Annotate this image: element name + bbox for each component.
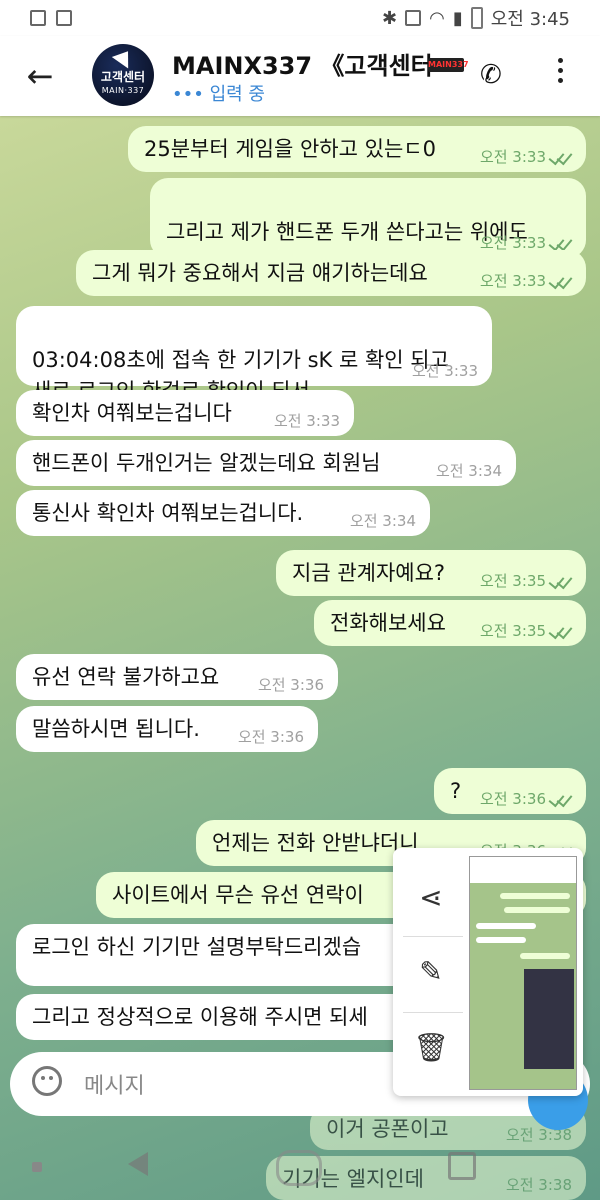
battery-icon	[470, 7, 483, 29]
message-text: 언제는 전화 안받냐더니	[212, 831, 419, 855]
message-time: 오전 3:33	[479, 148, 546, 166]
message-text: 확인차 여쭤보는겁니다	[32, 401, 232, 425]
chat-header: ← 고객센터 MAIN·337 MAINX337 《고객센터 MAIN337 •…	[0, 36, 600, 116]
status-time: 오전 3:45	[490, 9, 570, 30]
message-incoming[interactable]: 로그인 하신 기기만 설명부탁드리겠습 오	[16, 924, 436, 986]
screenshot-thumbnail[interactable]	[469, 856, 577, 1090]
message-text: 이거 공폰이고	[326, 1117, 449, 1141]
message-outgoing[interactable]: 지금 관계자예요? 오전 3:35	[276, 550, 586, 596]
double-check-icon	[550, 150, 572, 162]
avatar[interactable]: 고객센터 MAIN·337	[92, 44, 154, 106]
paper-plane-icon	[111, 45, 137, 69]
avatar-subtext: MAIN·337	[101, 86, 145, 95]
message-text: 말씀하시면 됩니다.	[32, 717, 200, 741]
message-text: 통신사 확인차 여쭤보는겁니다.	[32, 501, 304, 525]
message-outgoing[interactable]: 25분부터 게임을 안하고 있는ㄷ0 오전 3:33	[128, 126, 586, 172]
trash-icon[interactable]: 🗑	[411, 1028, 451, 1068]
phone-icon[interactable]: ✆	[480, 60, 502, 90]
double-check-icon	[550, 624, 572, 636]
message-text: 사이트에서 무슨 유선 연락이	[112, 883, 364, 907]
nav-home-icon[interactable]	[276, 1150, 322, 1186]
message-incoming[interactable]: 03:04:08초에 접속 한 기기가 sK 로 확인 되고 새로 로그인 한걸…	[16, 306, 492, 403]
message-incoming[interactable]: 그리고 정상적으로 이용해 주시면 되세	[16, 994, 436, 1040]
avatar-text: 고객센터	[100, 70, 146, 84]
message-time: 오전 3:35	[479, 572, 546, 590]
message-text: 25분부터 게임을 안하고 있는ㄷ0	[144, 137, 436, 161]
message-input[interactable]: 메시지	[84, 1068, 145, 1100]
message-time: 오전 3:33	[411, 362, 478, 380]
emoji-icon[interactable]	[32, 1066, 62, 1096]
wifi-icon: ◠	[429, 7, 445, 29]
double-check-icon	[550, 574, 572, 586]
message-time: 오전 3:36	[257, 676, 324, 694]
nav-dot-icon	[32, 1162, 42, 1172]
typing-status: ••• 입력 중	[172, 84, 265, 105]
message-time: 오전 3:36	[479, 790, 546, 808]
nav-back-icon[interactable]	[128, 1152, 148, 1176]
system-nav-bar	[0, 1140, 600, 1200]
message-time: 오전 3:33	[479, 272, 546, 290]
alert-icon	[30, 10, 46, 26]
message-text: 그게 뭐가 중요해서 지금 얘기하는데요	[92, 261, 428, 285]
back-arrow-icon[interactable]: ←	[20, 56, 60, 96]
message-incoming[interactable]: 확인차 여쭤보는겁니다 오전 3:33	[16, 390, 354, 436]
share-icon[interactable]: ⋖	[411, 878, 451, 918]
message-text: ?	[450, 779, 462, 803]
message-incoming[interactable]: 유선 연락 불가하고요 오전 3:36	[16, 654, 338, 700]
message-incoming[interactable]: 통신사 확인차 여쭤보는겁니다. 오전 3:34	[16, 490, 430, 536]
message-time: 오전 3:35	[479, 622, 546, 640]
message-outgoing[interactable]: 그리고 제가 핸드폰 두개 쓴다고는 위에도 얘기했고 오전 3:33	[150, 178, 586, 275]
screenshot-popup: ⋖ ✎ 🗑	[393, 848, 583, 1096]
message-outgoing[interactable]: 그게 뭐가 중요해서 지금 얘기하는데요 오전 3:33	[76, 250, 586, 296]
edit-icon[interactable]: ✎	[411, 952, 451, 992]
message-time: 오전 3:36	[237, 728, 304, 746]
message-text: 지금 관계자예요?	[292, 561, 446, 585]
nfc-icon	[405, 10, 422, 26]
chat-title[interactable]: MAINX337 《고객센터	[172, 46, 432, 81]
double-check-icon	[550, 236, 572, 248]
gallery-icon	[56, 10, 72, 26]
message-text: 핸드폰이 두개인거는 알겠는데요 회원님	[32, 451, 381, 475]
message-outgoing[interactable]: ? 오전 3:36	[434, 768, 586, 814]
message-time: 오전 3:33	[273, 412, 340, 430]
status-bar: ✱ ◠ ▮ 오전 3:45	[0, 0, 600, 36]
nav-recents-icon[interactable]	[448, 1152, 476, 1180]
message-time: 오전 3:34	[435, 462, 502, 480]
message-text: 유선 연락 불가하고요	[32, 665, 220, 689]
double-check-icon	[550, 792, 572, 804]
signal-icon: ▮	[452, 7, 463, 29]
double-check-icon	[550, 274, 572, 286]
bluetooth-icon: ✱	[382, 7, 398, 29]
message-text: 로그인 하신 기기만 설명부탁드리겠습	[32, 935, 362, 959]
message-incoming[interactable]: 말씀하시면 됩니다. 오전 3:36	[16, 706, 318, 752]
message-incoming[interactable]: 핸드폰이 두개인거는 알겠는데요 회원님 오전 3:34	[16, 440, 516, 486]
message-time: 오전 3:34	[349, 512, 416, 530]
brand-badge: MAIN337	[428, 58, 469, 72]
message-text: 전화해보세요	[330, 611, 446, 635]
more-menu-icon[interactable]	[556, 58, 564, 88]
message-text: 그리고 정상적으로 이용해 주시면 되세	[32, 1005, 368, 1029]
message-outgoing[interactable]: 전화해보세요 오전 3:35	[314, 600, 586, 646]
